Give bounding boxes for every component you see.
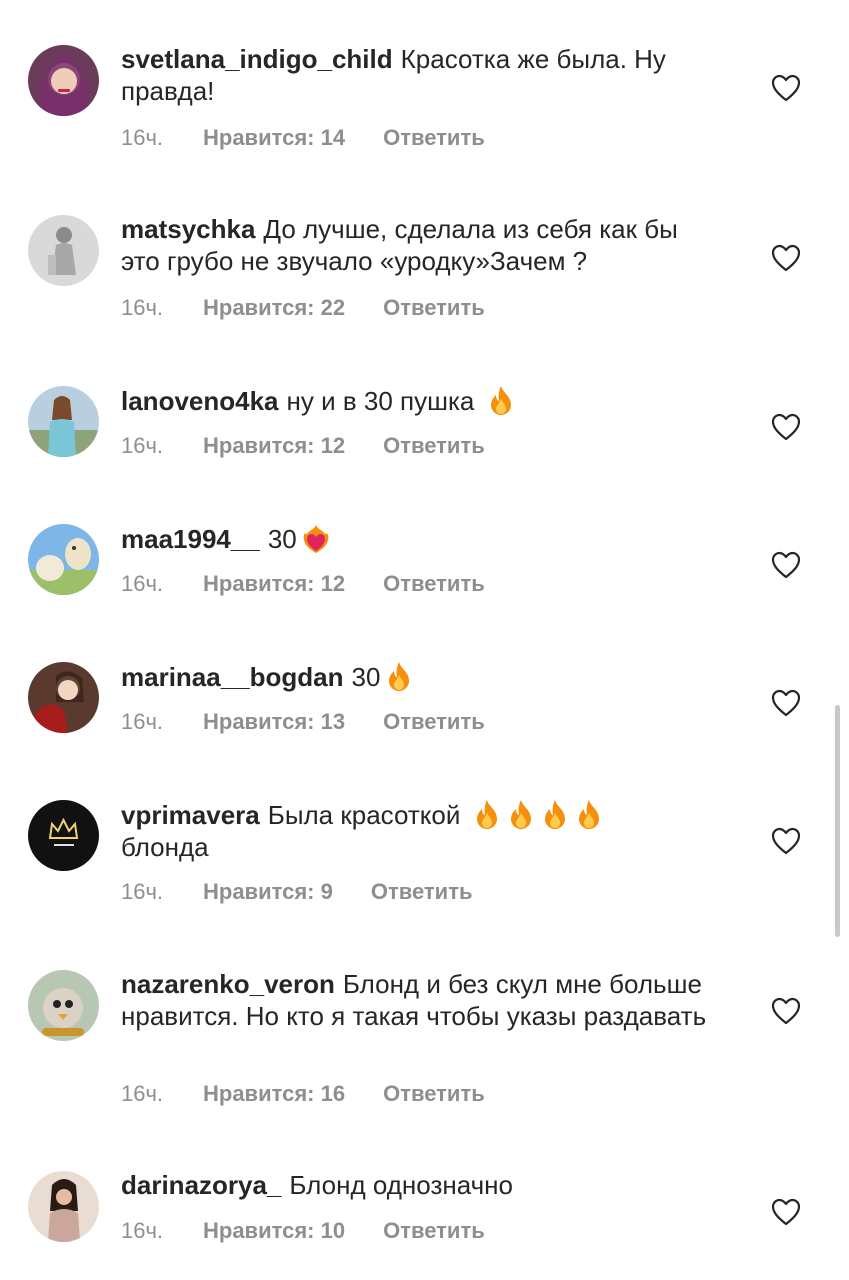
fire-emoji-icon	[389, 662, 410, 691]
fire-emoji-icon	[490, 386, 511, 415]
reply-button[interactable]: Ответить	[383, 295, 485, 321]
heart-on-fire-emoji-icon	[303, 525, 329, 553]
heart-icon[interactable]	[771, 551, 801, 579]
avatar[interactable]	[28, 386, 99, 457]
comment-username[interactable]: maa1994__	[121, 524, 260, 554]
comment-meta: 16ч. Нравится: 22 Ответить	[121, 295, 485, 321]
heart-icon[interactable]	[771, 413, 801, 441]
comment-time: 16ч.	[121, 433, 164, 458]
comment-body: Блонд однозначно	[289, 1170, 513, 1200]
avatar[interactable]	[28, 970, 99, 1041]
avatar[interactable]	[28, 662, 99, 733]
reply-button[interactable]: Ответить	[383, 1081, 485, 1107]
heart-icon[interactable]	[771, 244, 801, 272]
comment-time: 16ч.	[121, 879, 164, 904]
comment-username[interactable]: svetlana_indigo_child	[121, 44, 393, 74]
avatar[interactable]	[28, 800, 99, 871]
comment-meta: 16ч. Нравится: 16 Ответить	[121, 1081, 485, 1107]
comment-time: 16ч.	[121, 709, 164, 734]
heart-icon[interactable]	[771, 74, 801, 102]
likes-count[interactable]: Нравится: 13	[203, 709, 345, 735]
likes-count[interactable]: Нравится: 12	[203, 433, 345, 459]
comment-meta: 16ч. Нравится: 13 Ответить	[121, 709, 485, 735]
comment-text: svetlana_indigo_child Красотка же была. Н…	[121, 43, 721, 107]
reply-button[interactable]: Ответить	[383, 709, 485, 735]
comment-username[interactable]: nazarenko_veron	[121, 969, 335, 999]
likes-count[interactable]: Нравится: 22	[203, 295, 345, 321]
comment-body: 30	[267, 524, 297, 554]
comment-body-line2: блонда	[121, 832, 209, 862]
comment-meta: 16ч. Нравится: 12 Ответить	[121, 433, 485, 459]
comment-text: lanoveno4ka ну и в 30 пушка	[121, 384, 721, 417]
comment-time: 16ч.	[121, 295, 164, 320]
likes-count[interactable]: Нравится: 16	[203, 1081, 345, 1107]
comment-meta: 16ч. Нравится: 12 Ответить	[121, 571, 485, 597]
avatar[interactable]	[28, 45, 99, 116]
comment-body: 30	[351, 662, 381, 692]
fire-emoji-icon	[578, 800, 599, 829]
heart-icon[interactable]	[771, 827, 801, 855]
reply-button[interactable]: Ответить	[383, 433, 485, 459]
comment-text: nazarenko_veron Блонд и без скул мне боль…	[121, 968, 721, 1032]
heart-icon[interactable]	[771, 689, 801, 717]
comment-text: vprimavera Была красоткой блонда	[121, 798, 721, 863]
comment-time: 16ч.	[121, 125, 164, 150]
likes-count[interactable]: Нравится: 14	[203, 125, 345, 151]
avatar[interactable]	[28, 215, 99, 286]
likes-count[interactable]: Нравится: 9	[203, 879, 333, 905]
comment-meta: 16ч. Нравится: 10 Ответить	[121, 1218, 485, 1244]
comment-meta: 16ч. Нравится: 9 Ответить	[121, 879, 473, 905]
reply-button[interactable]: Ответить	[383, 125, 485, 151]
comment-time: 16ч.	[121, 1218, 164, 1243]
likes-count[interactable]: Нравится: 12	[203, 571, 345, 597]
comment-username[interactable]: marinaa__bogdan	[121, 662, 344, 692]
comment-text: marinaa__bogdan 30	[121, 660, 721, 693]
comment-text: darinazorya_ Блонд однозначно	[121, 1169, 721, 1201]
comment-text: maa1994__ 30	[121, 522, 721, 555]
reply-button[interactable]: Ответить	[383, 1218, 485, 1244]
avatar[interactable]	[28, 1171, 99, 1242]
heart-icon[interactable]	[771, 997, 801, 1025]
comment-username[interactable]: matsychka	[121, 214, 255, 244]
reply-button[interactable]: Ответить	[383, 571, 485, 597]
avatar[interactable]	[28, 524, 99, 595]
fire-emoji-icon	[476, 800, 497, 829]
comment-time: 16ч.	[121, 571, 164, 596]
comment-body: Была красоткой	[267, 800, 461, 830]
likes-count[interactable]: Нравится: 10	[203, 1218, 345, 1244]
comment-time: 16ч.	[121, 1081, 164, 1106]
reply-button[interactable]: Ответить	[371, 879, 473, 905]
comment-body: ну и в 30 пушка	[286, 386, 475, 416]
comment-meta: 16ч. Нравится: 14 Ответить	[121, 125, 485, 151]
comment-username[interactable]: lanoveno4ka	[121, 386, 279, 416]
scrollbar[interactable]	[835, 705, 840, 937]
comment-text: matsychka До лучше, сделала из себя как б…	[121, 213, 721, 277]
fire-emoji-icon	[510, 800, 531, 829]
comment-username[interactable]: darinazorya_	[121, 1170, 281, 1200]
heart-icon[interactable]	[771, 1198, 801, 1226]
comment-username[interactable]: vprimavera	[121, 800, 260, 830]
fire-emoji-icon	[544, 800, 565, 829]
